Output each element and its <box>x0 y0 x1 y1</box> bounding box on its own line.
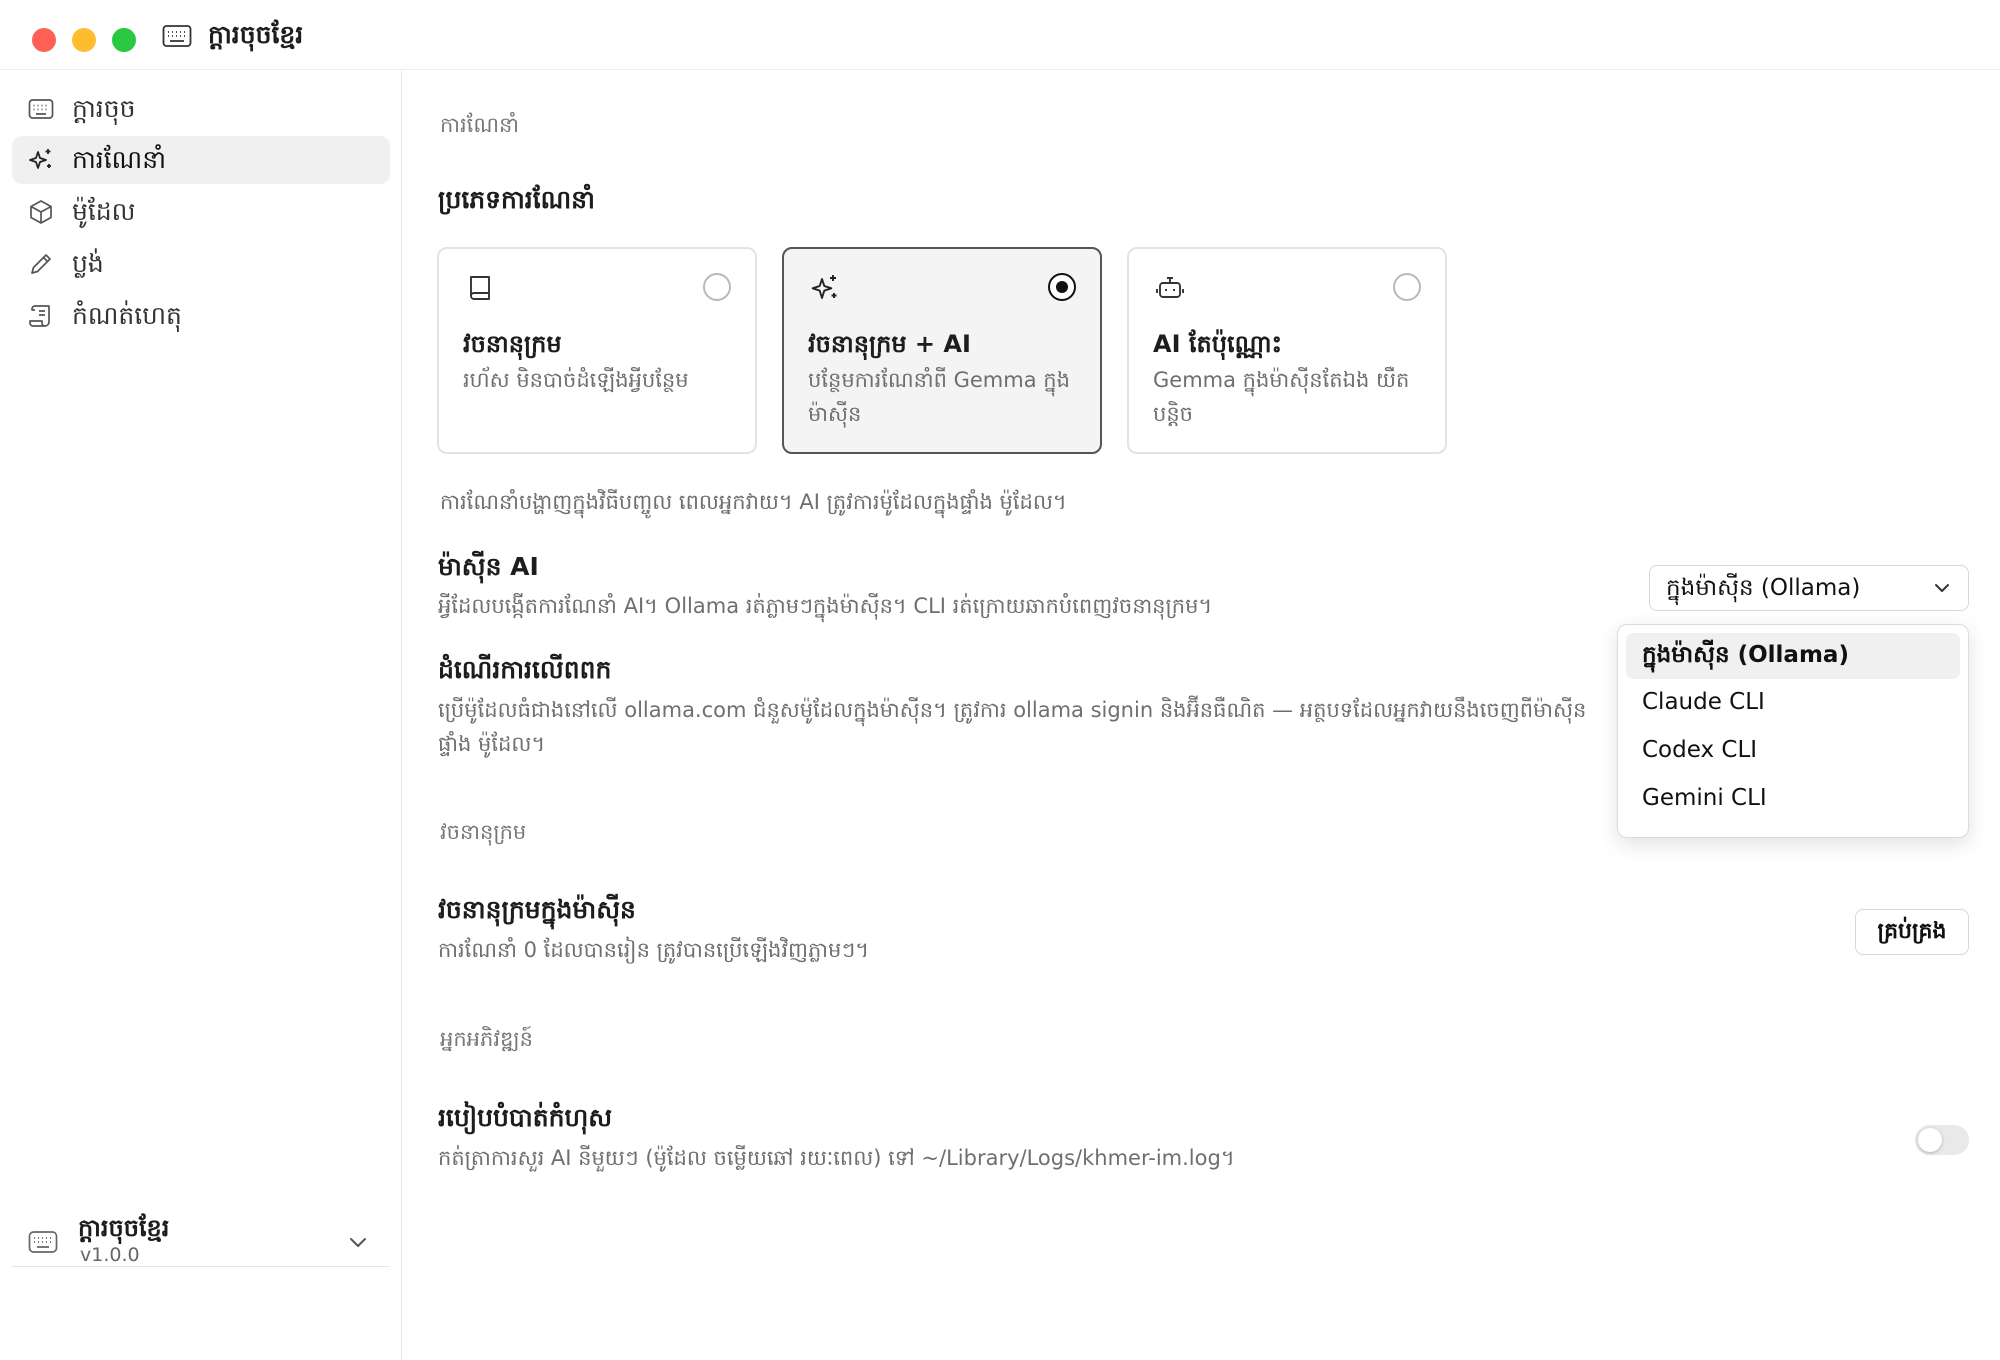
sidebar-item-logs[interactable]: កំណត់ហេតុ <box>12 292 390 340</box>
dropdown-option-label: Gemini CLI <box>1642 785 1767 811</box>
manage-button-label: គ្រប់គ្រង <box>1877 919 1947 944</box>
main-content: ការណែនាំ ប្រភេទការណែនាំ វចនានុក្រម រហ័ស … <box>403 71 2000 1360</box>
title-bar: ក្ដារចុចខ្មែរ <box>0 0 2000 70</box>
ai-engine-select[interactable]: ក្នុងម៉ាស៊ីន (Ollama) <box>1649 565 1969 611</box>
dropdown-option-label: ក្នុងម៉ាស៊ីន (Ollama) <box>1642 642 1849 668</box>
suggestion-card-ai-only[interactable]: AI តែប៉ុណ្ណោះ Gemma ក្នុងម៉ាស៊ីនតែឯង យឺត… <box>1127 247 1447 454</box>
window-title: ក្ដារចុចខ្មែរ <box>208 20 304 49</box>
suggestion-type-heading: ប្រភេទការណែនាំ <box>438 185 595 214</box>
dropdown-option-gemini-cli[interactable]: Gemini CLI <box>1626 776 1960 822</box>
keyboard-icon <box>162 25 192 47</box>
card-title: AI តែប៉ុណ្ណោះ <box>1153 330 1283 358</box>
card-description: Gemma ក្នុងម៉ាស៊ីនតែឯង យឺតបន្តិច <box>1153 368 1410 426</box>
sidebar-item-label: ក្ដារចុច <box>72 94 136 123</box>
card-description: បន្ថែមការណែនាំពី Gemma ក្នុងម៉ាស៊ីន <box>808 368 1070 426</box>
section-label-developer: អ្នកអភិវឌ្ឍន៍ <box>440 1027 533 1051</box>
keyboard-icon <box>28 99 54 119</box>
chevron-down-icon <box>350 1238 366 1247</box>
cloud-processing-description-cont: ផ្ទាំង ម៉ូដែល។ <box>438 732 546 756</box>
chevron-down-icon <box>1935 584 1949 592</box>
ai-engine-heading: ម៉ាស៊ីន AI <box>438 552 539 581</box>
minimize-window-button[interactable] <box>72 28 96 52</box>
sparkles-icon <box>811 275 837 299</box>
sidebar-item-label: ការណែនាំ <box>72 145 166 174</box>
ai-engine-dropdown-menu: ក្នុងម៉ាស៊ីន (Ollama) Claude CLI Codex C… <box>1617 624 1969 838</box>
book-icon <box>470 276 490 300</box>
suggestion-note: ការណែនាំបង្ហាញក្នុងវិធីបញ្ចូល ពេលអ្នកវាយ… <box>440 490 1067 514</box>
sparkles-icon <box>29 149 51 169</box>
debug-mode-toggle[interactable] <box>1915 1125 1969 1155</box>
keyboard-icon <box>28 1231 58 1253</box>
dropdown-option-label: Claude CLI <box>1642 689 1765 715</box>
pencil-icon <box>31 254 51 274</box>
sidebar-item-label: កំណត់ហេតុ <box>72 301 182 330</box>
local-dictionary-description: ការណែនាំ 0 ដែលបានរៀន ត្រូវបានប្រើឡើងវិញភ… <box>438 938 870 962</box>
suggestion-card-dictionary-ai[interactable]: វចនានុក្រម + AI បន្ថែមការណែនាំពី Gemma ក… <box>782 247 1102 454</box>
card-title: វចនានុក្រម <box>463 330 562 358</box>
local-dictionary-heading: វចនានុក្រមក្នុងម៉ាស៊ីន <box>438 895 636 924</box>
cube-icon <box>30 200 52 224</box>
sidebar-item-suggestions[interactable]: ការណែនាំ <box>12 136 390 184</box>
radio-ai-only[interactable] <box>1393 273 1421 301</box>
manage-button[interactable]: គ្រប់គ្រង <box>1855 909 1969 955</box>
close-window-button[interactable] <box>32 28 56 52</box>
sidebar-item-label: ប្លង់ <box>72 249 104 278</box>
cloud-processing-heading: ដំណើរការលើពពក <box>438 655 612 684</box>
debug-mode-heading: របៀបបំបាត់កំហុស <box>438 1103 613 1132</box>
app-name: ក្ដារចុចខ្មែរ <box>78 1214 170 1242</box>
robot-icon <box>1156 277 1184 298</box>
toggle-knob <box>1918 1128 1942 1152</box>
sidebar-divider <box>12 1266 390 1267</box>
section-label-dictionary: វចនានុក្រម <box>440 820 527 844</box>
dropdown-option-claude-cli[interactable]: Claude CLI <box>1626 680 1960 726</box>
sidebar-item-layout[interactable]: ប្លង់ <box>12 240 390 288</box>
dropdown-option-codex-cli[interactable]: Codex CLI <box>1626 728 1960 774</box>
sidebar-item-label: ម៉ូដែល <box>72 197 136 226</box>
radio-dictionary[interactable] <box>703 273 731 301</box>
card-title: វចនានុក្រម + AI <box>808 330 971 358</box>
scroll-icon <box>29 305 50 327</box>
card-description: រហ័ស មិនបាច់ដំឡើងអ្វីបន្ថែម <box>463 368 689 392</box>
cloud-processing-description: ប្រើម៉ូដែលធំជាងនៅលើ ollama.com ជំនួសម៉ូដ… <box>438 698 1587 722</box>
ai-engine-description: អ្វីដែលបង្កើតការណែនាំ AI។ Ollama រត់ភ្លា… <box>438 594 1213 618</box>
sidebar-item-keyboard[interactable]: ក្ដារចុច <box>12 85 390 133</box>
dropdown-option-label: Codex CLI <box>1642 737 1758 763</box>
maximize-window-button[interactable] <box>112 28 136 52</box>
suggestion-card-dictionary[interactable]: វចនានុក្រម រហ័ស មិនបាច់ដំឡើងអ្វីបន្ថែម <box>437 247 757 454</box>
app-version: v1.0.0 <box>80 1244 140 1266</box>
ai-engine-selected-value: ក្នុងម៉ាស៊ីន (Ollama) <box>1666 575 1861 601</box>
dropdown-option-ollama[interactable]: ក្នុងម៉ាស៊ីន (Ollama) <box>1626 633 1960 679</box>
sidebar-item-models[interactable]: ម៉ូដែល <box>12 188 390 236</box>
debug-mode-description: កត់ត្រាការសួរ AI នីមួយៗ (ម៉ូដែល ចម្លើយឆៅ… <box>438 1146 1235 1170</box>
sidebar: ក្ដារចុច ការណែនាំ ម៉ូដែល ប្លង់ កំណត់ហេតុ <box>0 71 402 1360</box>
section-label-suggestions: ការណែនាំ <box>440 113 519 137</box>
radio-dictionary-ai[interactable] <box>1048 273 1076 301</box>
